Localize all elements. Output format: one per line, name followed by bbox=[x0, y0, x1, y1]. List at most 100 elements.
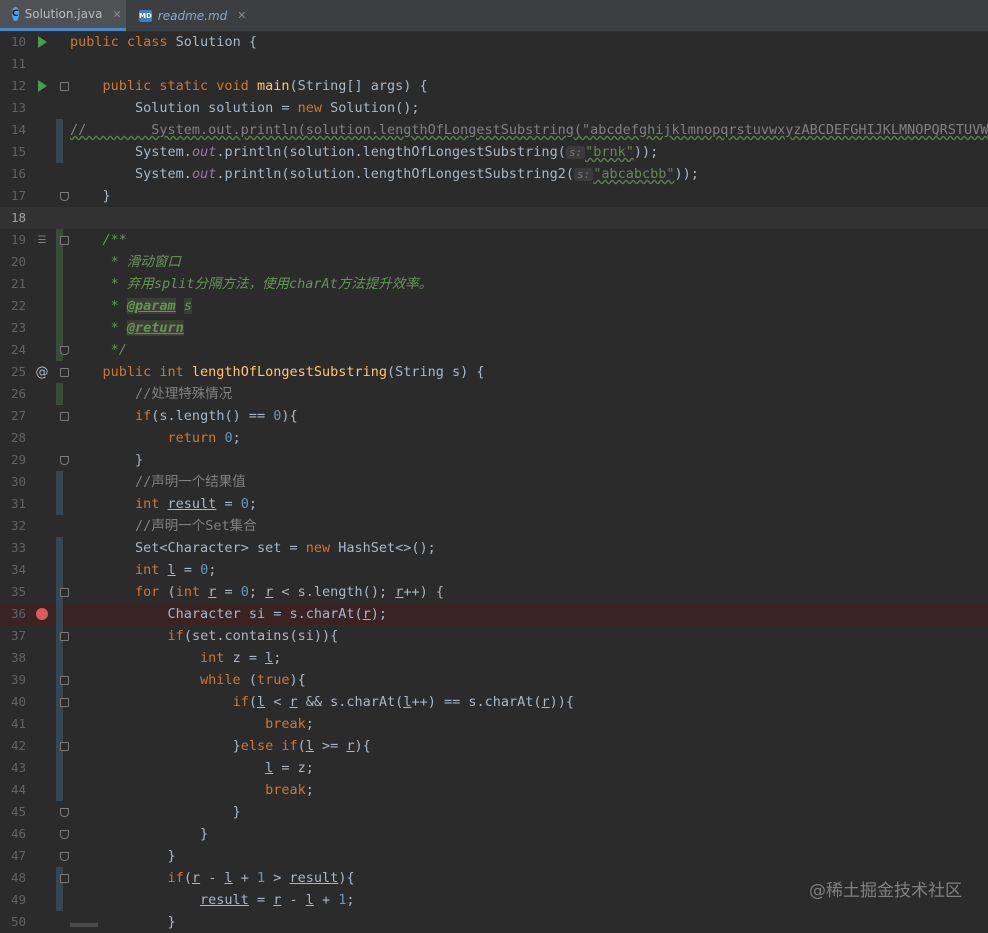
line-number: 35 bbox=[0, 581, 26, 603]
line-number: 14 bbox=[0, 119, 26, 141]
tab-label: Solution.java bbox=[25, 7, 103, 21]
parameter-hint: s: bbox=[566, 146, 585, 159]
line-number: 47 bbox=[0, 845, 26, 867]
fold-icon[interactable] bbox=[60, 346, 69, 355]
line-number: 41 bbox=[0, 713, 26, 735]
line-number: 24 bbox=[0, 339, 26, 361]
line-number: 29 bbox=[0, 449, 26, 471]
run-icon[interactable] bbox=[36, 31, 48, 53]
code-line: 16 System.out.println(solution.lengthOfL… bbox=[0, 163, 988, 185]
markdown-file-icon: MD bbox=[139, 10, 152, 22]
code-line: 20 * 滑动窗口 bbox=[0, 251, 988, 273]
vcs-change-marker[interactable] bbox=[56, 383, 63, 405]
code-line: 17 } bbox=[0, 185, 988, 207]
code-line: 12 public static void main(String[] args… bbox=[0, 75, 988, 97]
code-line: 24 */ bbox=[0, 339, 988, 361]
horizontal-scrollbar[interactable] bbox=[70, 923, 98, 927]
fold-icon[interactable] bbox=[60, 456, 69, 465]
code-line: 50 } bbox=[0, 911, 988, 933]
code-line: 40 if(l < r && s.charAt(l++) == s.charAt… bbox=[0, 691, 988, 713]
fold-icon[interactable] bbox=[60, 412, 69, 421]
vcs-change-marker[interactable] bbox=[56, 647, 63, 669]
fold-icon[interactable] bbox=[60, 698, 69, 707]
line-number: 17 bbox=[0, 185, 26, 207]
parameter-hint: s: bbox=[574, 168, 593, 181]
code-line: 25 @ public int lengthOfLongestSubstring… bbox=[0, 361, 988, 383]
override-at-icon[interactable]: @ bbox=[36, 361, 48, 383]
line-number: 23 bbox=[0, 317, 26, 339]
code-line: 31 int result = 0; bbox=[0, 493, 988, 515]
code-line: 10 public class Solution { bbox=[0, 31, 988, 53]
breakpoint-icon[interactable] bbox=[36, 603, 48, 625]
tab-label: readme.md bbox=[158, 9, 227, 23]
line-number: 31 bbox=[0, 493, 26, 515]
line-number: 11 bbox=[0, 53, 26, 75]
code-line: 41 break; bbox=[0, 713, 988, 735]
vcs-change-marker[interactable] bbox=[56, 713, 63, 735]
code-line: 30 //声明一个结果值 bbox=[0, 471, 988, 493]
fold-icon[interactable] bbox=[60, 742, 69, 751]
fold-icon[interactable] bbox=[60, 676, 69, 685]
code-line: 14 // System.out.println(solution.length… bbox=[0, 119, 988, 141]
line-number: 32 bbox=[0, 515, 26, 537]
code-line: 39 while (true){ bbox=[0, 669, 988, 691]
vcs-change-marker[interactable] bbox=[56, 119, 63, 141]
doc-render-icon[interactable]: ☰ bbox=[36, 229, 48, 251]
vcs-change-marker[interactable] bbox=[56, 251, 63, 273]
fold-icon[interactable] bbox=[60, 192, 69, 201]
code-line: 27 if(s.length() == 0){ bbox=[0, 405, 988, 427]
fold-icon[interactable] bbox=[60, 632, 69, 641]
vcs-change-marker[interactable] bbox=[56, 471, 63, 493]
line-number: 12 bbox=[0, 75, 26, 97]
line-number: 40 bbox=[0, 691, 26, 713]
line-number: 27 bbox=[0, 405, 26, 427]
line-number: 49 bbox=[0, 889, 26, 911]
close-icon[interactable]: ✕ bbox=[112, 8, 121, 21]
fold-icon[interactable] bbox=[60, 368, 69, 377]
code-line: 38 int z = l; bbox=[0, 647, 988, 669]
vcs-change-marker[interactable] bbox=[56, 317, 63, 339]
code-line: 33 Set<Character> set = new HashSet<>(); bbox=[0, 537, 988, 559]
code-line: 35 for (int r = 0; r < s.length(); r++) … bbox=[0, 581, 988, 603]
line-number: 13 bbox=[0, 97, 26, 119]
vcs-change-marker[interactable] bbox=[56, 493, 63, 515]
code-line: 21 * 弃用split分隔方法，使用charAt方法提升效率。 bbox=[0, 273, 988, 295]
vcs-change-marker[interactable] bbox=[56, 779, 63, 801]
fold-icon[interactable] bbox=[60, 588, 69, 597]
java-class-icon: C bbox=[12, 7, 19, 21]
fold-icon[interactable] bbox=[60, 830, 69, 839]
code-line: 34 int l = 0; bbox=[0, 559, 988, 581]
fold-icon[interactable] bbox=[60, 874, 69, 883]
fold-icon[interactable] bbox=[60, 808, 69, 817]
vcs-change-marker[interactable] bbox=[56, 757, 63, 779]
code-line: 15 System.out.println(solution.lengthOfL… bbox=[0, 141, 988, 163]
vcs-change-marker[interactable] bbox=[56, 273, 63, 295]
vcs-change-marker[interactable] bbox=[56, 603, 63, 625]
watermark: @稀土掘金技术社区 bbox=[809, 876, 962, 901]
line-number: 37 bbox=[0, 625, 26, 647]
fold-icon[interactable] bbox=[60, 236, 69, 245]
vcs-change-marker[interactable] bbox=[56, 889, 63, 911]
editor-tab-bar: C Solution.java ✕ MD readme.md ✕ bbox=[0, 0, 988, 32]
code-editor[interactable]: 10 public class Solution { 11 12 public … bbox=[0, 31, 988, 927]
line-number: 34 bbox=[0, 559, 26, 581]
line-number: 43 bbox=[0, 757, 26, 779]
line-number: 45 bbox=[0, 801, 26, 823]
vcs-change-marker[interactable] bbox=[56, 559, 63, 581]
line-number: 22 bbox=[0, 295, 26, 317]
code-line: 26 //处理特殊情况 bbox=[0, 383, 988, 405]
code-line: 23 * @return bbox=[0, 317, 988, 339]
line-number: 44 bbox=[0, 779, 26, 801]
vcs-change-marker[interactable] bbox=[56, 537, 63, 559]
vcs-change-marker[interactable] bbox=[56, 141, 63, 163]
fold-icon[interactable] bbox=[60, 852, 69, 861]
tab-readme-md[interactable]: MD readme.md ✕ bbox=[127, 0, 243, 31]
code-line-breakpoint: 36 Character si = s.charAt(r); bbox=[0, 603, 988, 625]
close-icon[interactable]: ✕ bbox=[237, 9, 246, 22]
fold-icon[interactable] bbox=[60, 82, 69, 91]
code-line: 13 Solution solution = new Solution(); bbox=[0, 97, 988, 119]
vcs-change-marker[interactable] bbox=[56, 295, 63, 317]
tab-solution-java[interactable]: C Solution.java ✕ bbox=[0, 0, 126, 31]
run-icon[interactable] bbox=[36, 75, 48, 97]
code-line: 47 } bbox=[0, 845, 988, 867]
